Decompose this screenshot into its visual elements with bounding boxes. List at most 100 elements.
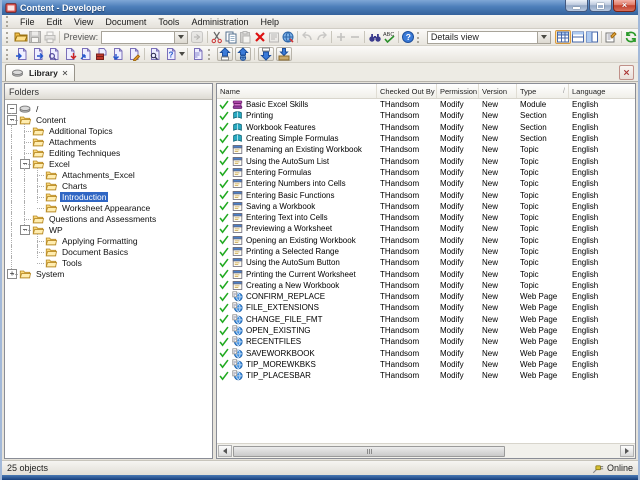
- scroll-left-button[interactable]: [218, 445, 232, 457]
- table-row[interactable]: RECENTFILES THandsom Modify New Web Page Engl…: [217, 336, 635, 347]
- tree-item-introduction[interactable]: Introduction: [5, 190, 212, 203]
- copy-button[interactable]: [224, 30, 238, 44]
- horizontal-scrollbar[interactable]: [217, 443, 635, 458]
- tree-item-document-basics[interactable]: Document Basics: [5, 245, 212, 258]
- close-button[interactable]: ×: [613, 0, 636, 12]
- table-row[interactable]: Entering Basic Functions THandsom Modify Ne…: [217, 189, 635, 200]
- menu-view[interactable]: View: [68, 16, 99, 28]
- table-row[interactable]: CHANGE_FILE_FMT THandsom Modify New Web Page…: [217, 314, 635, 325]
- chevron-down-icon: [178, 52, 185, 56]
- tree-item-root[interactable]: − /: [5, 103, 212, 114]
- tree-item-tools[interactable]: Tools: [5, 256, 212, 269]
- column-header-name[interactable]: Name: [217, 84, 377, 98]
- edit-content-button[interactable]: [126, 47, 142, 61]
- table-row[interactable]: Saving a Workbook THandsom Modify New Topic E…: [217, 201, 635, 212]
- table-row[interactable]: FILE_EXTENSIONS THandsom Modify New Web Page…: [217, 302, 635, 313]
- scroll-right-button[interactable]: [620, 445, 634, 457]
- column-header-language[interactable]: Language: [569, 84, 635, 98]
- pane-close-button[interactable]: [619, 65, 634, 80]
- table-row[interactable]: Entering Formulas THandsom Modify New Topic E…: [217, 167, 635, 178]
- tree-item-system[interactable]: + System: [5, 268, 212, 279]
- checkout-content-button[interactable]: [62, 47, 78, 61]
- table-row[interactable]: Printing the Current Worksheet THandsom Mo…: [217, 268, 635, 279]
- split-horizontal-button[interactable]: [571, 30, 585, 44]
- delete-button[interactable]: [252, 30, 266, 44]
- preview-combo[interactable]: [101, 30, 189, 44]
- table-row[interactable]: Using the AutoSum List THandsom Modify New T…: [217, 155, 635, 166]
- open-button[interactable]: [14, 30, 28, 44]
- get-latest-button[interactable]: [276, 47, 292, 61]
- collapse-icon[interactable]: −: [20, 159, 30, 169]
- check-in-button[interactable]: [217, 47, 233, 61]
- table-row[interactable]: Printing THandsom Modify New Section English: [217, 110, 635, 121]
- table-row[interactable]: OPEN_EXISTING THandsom Modify New Web Page En…: [217, 325, 635, 336]
- tree-item-attachments[interactable]: Attachments: [5, 135, 212, 148]
- maximize-icon: [597, 2, 604, 9]
- publish-button[interactable]: [235, 47, 251, 61]
- table-row[interactable]: SAVEWORKBOOK THandsom Modify New Web Page Eng…: [217, 348, 635, 359]
- column-header-version[interactable]: Version: [479, 84, 517, 98]
- check-out-button[interactable]: [258, 47, 274, 61]
- minimize-button[interactable]: [565, 0, 588, 12]
- table-row[interactable]: Entering Text into Cells THandsom Modify Ne…: [217, 212, 635, 223]
- table-row[interactable]: Creating a New Workbook THandsom Modify New…: [217, 280, 635, 291]
- cell-version: New: [482, 337, 499, 347]
- tree-item-worksheet-appearance[interactable]: Worksheet Appearance: [5, 201, 212, 214]
- combo-dropdown-button[interactable]: [536, 31, 550, 43]
- table-row[interactable]: TIP_PLACESBAR THandsom Modify New Web Page En…: [217, 370, 635, 381]
- table-row[interactable]: CONFIRM_REPLACE THandsom Modify New Web Page…: [217, 291, 635, 302]
- table-row[interactable]: Opening an Existing Workbook THandsom Modi…: [217, 235, 635, 246]
- properties-button[interactable]: [604, 30, 618, 44]
- collapse-icon[interactable]: −: [7, 115, 17, 125]
- maximize-button[interactable]: [589, 0, 612, 12]
- cut-button[interactable]: [209, 30, 223, 44]
- menu-edit[interactable]: Edit: [41, 16, 69, 28]
- column-header-permission[interactable]: Permission: [437, 84, 479, 98]
- download-content-button[interactable]: [110, 47, 126, 61]
- table-row[interactable]: Renaming an Existing Workbook THandsom Mod…: [217, 144, 635, 155]
- column-header-type[interactable]: Type /: [517, 84, 569, 98]
- expand-icon[interactable]: +: [7, 269, 17, 279]
- tree-item-additional-topics[interactable]: Additional Topics: [5, 124, 212, 137]
- split-vertical-button[interactable]: [585, 30, 599, 44]
- spellcheck-button[interactable]: ABC: [382, 30, 396, 44]
- view-combo[interactable]: Details view: [426, 30, 551, 44]
- tree-item-questions-and-assessments[interactable]: Questions and Assessments: [5, 212, 212, 225]
- collapse-icon[interactable]: −: [7, 104, 17, 114]
- details-view-button[interactable]: [554, 30, 571, 44]
- table-row[interactable]: Using the AutoSum Button THandsom Modify Ne…: [217, 257, 635, 268]
- menu-administration[interactable]: Administration: [185, 16, 254, 28]
- menu-file[interactable]: File: [14, 16, 41, 28]
- refresh-button[interactable]: [624, 30, 638, 44]
- table-row[interactable]: Basic Excel Skills THandsom Modify New Modul…: [217, 99, 635, 110]
- help-topics-dropdown[interactable]: ?: [163, 47, 185, 61]
- scrollbar-thumb[interactable]: [233, 445, 505, 457]
- column-header-checked-out-by[interactable]: Checked Out By: [377, 84, 437, 98]
- table-row[interactable]: Entering Numbers into Cells THandsom Modif…: [217, 178, 635, 189]
- checked-in-icon: [219, 337, 229, 347]
- tree-item-content[interactable]: − Content: [5, 113, 212, 126]
- export-content-button[interactable]: [30, 47, 46, 61]
- menu-document[interactable]: Document: [99, 16, 152, 28]
- help-button[interactable]: ?: [401, 30, 415, 44]
- tab-close-icon[interactable]: [61, 69, 69, 77]
- package-content-button[interactable]: [94, 47, 110, 61]
- table-row[interactable]: TIP_MOREWKBKS THandsom Modify New Web Page En…: [217, 359, 635, 370]
- table-row[interactable]: Printing a Selected Range THandsom Modify N…: [217, 246, 635, 257]
- table-row[interactable]: Creating Simple Formulas THandsom Modify Ne…: [217, 133, 635, 144]
- share-content-button[interactable]: [78, 47, 94, 61]
- combo-dropdown-button[interactable]: [174, 31, 188, 43]
- import-content-button[interactable]: [14, 47, 30, 61]
- tab-library[interactable]: Library: [5, 64, 75, 81]
- find-button[interactable]: [367, 30, 381, 44]
- tree-item-editing-techniques[interactable]: Editing Techniques: [5, 146, 212, 159]
- table-row[interactable]: Workbook Features THandsom Modify New Sectio…: [217, 122, 635, 133]
- menu-tools[interactable]: Tools: [152, 16, 185, 28]
- menu-help[interactable]: Help: [254, 16, 285, 28]
- table-row[interactable]: Previewing a Worksheet THandsom Modify New T…: [217, 223, 635, 234]
- collapse-icon[interactable]: −: [20, 225, 30, 235]
- replace-button[interactable]: [281, 30, 295, 44]
- search-content-button[interactable]: [46, 47, 62, 61]
- preview-content-button[interactable]: [190, 47, 206, 61]
- search-help-button[interactable]: [147, 47, 163, 61]
